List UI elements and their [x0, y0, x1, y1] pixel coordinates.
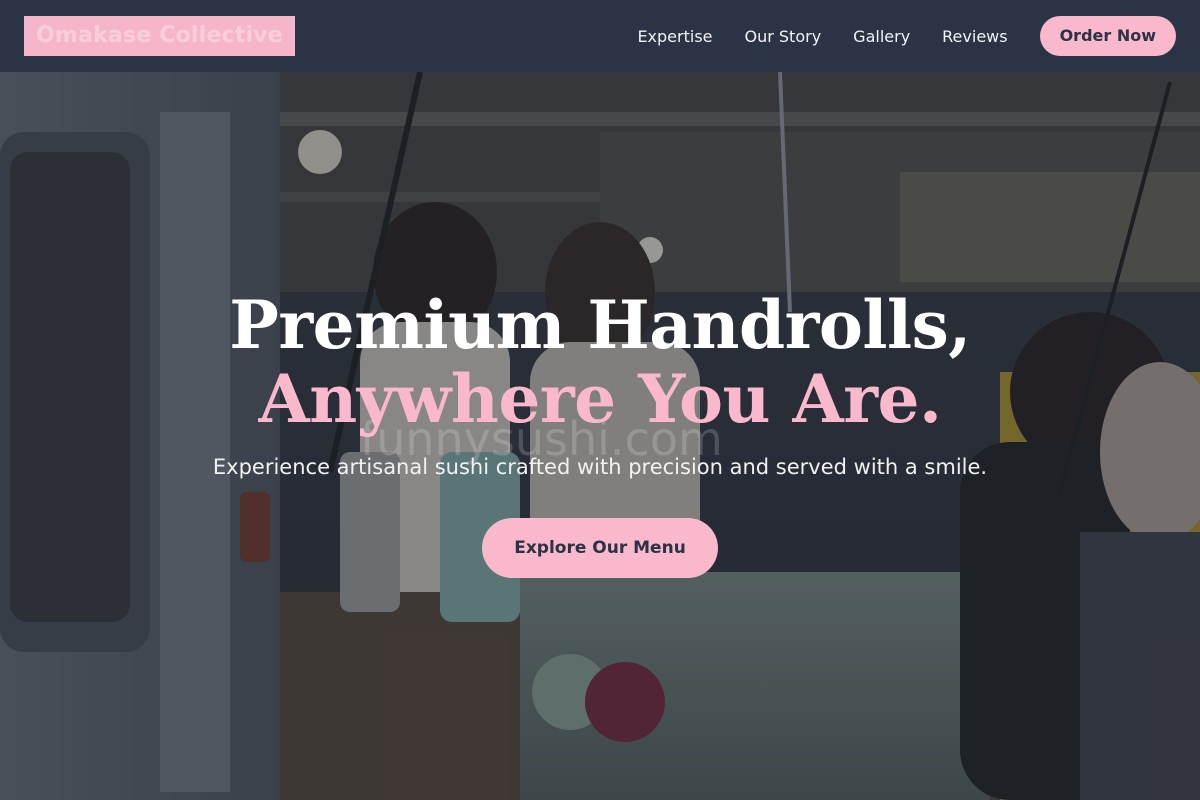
top-navbar: Omakase Collective Expertise Our Story G…: [0, 0, 1200, 72]
hero-subtitle: Experience artisanal sushi crafted with …: [212, 455, 988, 479]
brand-logo[interactable]: Omakase Collective: [24, 16, 295, 56]
hero-section: funnysushi.com Premium Handrolls, Anywhe…: [0, 72, 1200, 800]
nav-link-expertise[interactable]: Expertise: [637, 27, 712, 46]
nav-link-our-story[interactable]: Our Story: [745, 27, 822, 46]
hero-headline-line1: Premium Handrolls,: [229, 286, 971, 364]
order-now-button[interactable]: Order Now: [1039, 16, 1176, 56]
nav-links: Expertise Our Story Gallery Reviews Orde…: [605, 16, 1176, 56]
nav-link-reviews[interactable]: Reviews: [942, 27, 1007, 46]
nav-link-gallery[interactable]: Gallery: [853, 27, 910, 46]
brand-name: Omakase Collective: [36, 23, 283, 48]
hero-headline-line2: Anywhere You Are.: [258, 360, 942, 438]
hero-content: funnysushi.com Premium Handrolls, Anywhe…: [0, 72, 1200, 800]
explore-menu-button[interactable]: Explore Our Menu: [482, 518, 718, 578]
